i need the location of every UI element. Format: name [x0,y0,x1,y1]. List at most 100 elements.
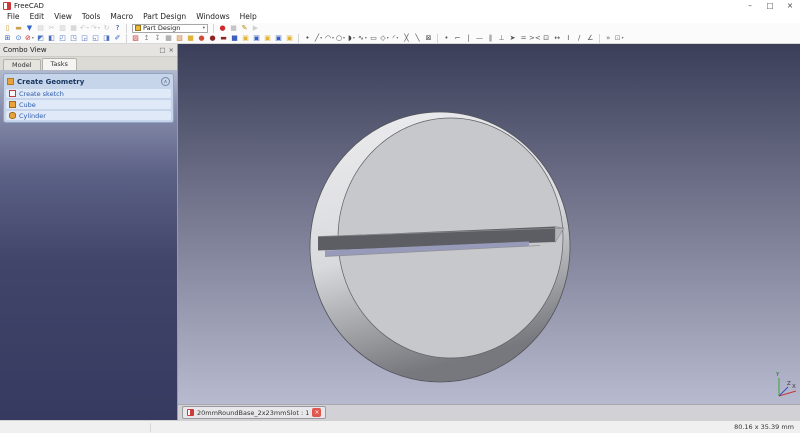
selection-filter-icon[interactable]: ⊡ [614,33,625,43]
collapse-group-icon[interactable]: ∧ [161,77,170,86]
view-left-icon[interactable]: ◨ [101,33,112,43]
constrain-equal-icon[interactable]: = [518,33,529,43]
menu-tools[interactable]: Tools [77,11,105,23]
hole-icon[interactable]: ▣ [240,33,251,43]
icon-glyph: ● [198,34,205,42]
macro-execute-icon[interactable]: ▶ [250,23,261,33]
view-sketch-icon[interactable]: ▦ [163,33,174,43]
revolution-icon[interactable]: ● [196,33,207,43]
undo-icon[interactable]: ↶ [79,23,90,33]
constrain-horizontal-icon[interactable]: — [474,33,485,43]
constrain-perpendicular-icon[interactable]: ⊥ [496,33,507,43]
save-icon[interactable]: ▼ [24,23,35,33]
open-file-icon[interactable]: ▬ [13,23,24,33]
icon-glyph: ╳ [404,34,409,42]
view-rear-icon[interactable]: ◲ [79,33,90,43]
pad-icon[interactable]: ■ [185,33,196,43]
view-isometric-icon[interactable]: ◩ [35,33,46,43]
constrain-parallel-icon[interactable]: ∥ [485,33,496,43]
create-line-icon[interactable]: ╱ [313,33,324,43]
macro-edit-icon[interactable]: ✎ [239,23,250,33]
edit-sketch-icon[interactable]: ↥ [141,33,152,43]
constrain-angle-icon[interactable]: ∠ [585,33,596,43]
pocket-icon[interactable]: ■ [229,33,240,43]
map-sketch-icon[interactable]: ▧ [174,33,185,43]
create-rectangle-icon[interactable]: ▭ [368,33,379,43]
groove-icon[interactable]: ● [207,33,218,43]
view-right-icon[interactable]: ◳ [68,33,79,43]
multi-transform-icon[interactable]: ▣ [284,33,295,43]
model-slotted-disc[interactable] [309,111,571,383]
print-icon[interactable]: ▤ [35,23,46,33]
menu-help[interactable]: Help [235,11,262,23]
view-top-icon[interactable]: ◰ [57,33,68,43]
tab-model[interactable]: Model [3,59,41,70]
create-circle-icon[interactable]: ○ [335,33,346,43]
create-arc-icon[interactable]: ◠ [324,33,335,43]
create-point-icon[interactable]: • [302,33,313,43]
icon-glyph: » [606,34,611,42]
extend-edge-icon[interactable]: ╲ [412,33,423,43]
constrain-horizontal-distance-icon[interactable]: ↔ [552,33,563,43]
view-front-icon[interactable]: ◧ [46,33,57,43]
x-axis-label: X [792,384,796,390]
constrain-symmetric-icon[interactable]: >< [529,33,541,43]
constrain-point-on-object-icon[interactable]: ⌐ [452,33,463,43]
close-panel-icon[interactable]: × [169,46,174,54]
menu-part-design[interactable]: Part Design [138,11,191,23]
measure-icon[interactable]: ✐ [112,33,123,43]
view-bottom-icon[interactable]: ◱ [90,33,101,43]
macro-record-icon[interactable]: ● [217,23,228,33]
close-tab-icon[interactable]: × [312,408,322,417]
create-bspline-icon[interactable]: ∿ [357,33,368,43]
new-file-icon[interactable]: ▯ [2,23,13,33]
task-item-cube[interactable]: Cube [6,100,171,109]
constrain-vertical-distance-icon[interactable]: I [563,33,574,43]
trim-edge-icon[interactable]: ╳ [401,33,412,43]
external-geometry-icon[interactable]: ⊠ [423,33,434,43]
icon-glyph: ▣ [286,34,293,42]
toolbar-overflow-icon[interactable]: » [603,33,614,43]
leave-sketch-icon[interactable]: ↧ [152,33,163,43]
loft-icon[interactable]: ▬ [218,33,229,43]
float-panel-icon[interactable]: □ [159,46,165,54]
create-polygon-icon[interactable]: ◇ [379,33,390,43]
refresh-icon[interactable]: ↻ [101,23,112,33]
minimize-button[interactable]: – [740,0,760,11]
constrain-lock-icon[interactable]: ⊡ [541,33,552,43]
maximize-button[interactable]: □ [760,0,780,11]
draw-style-icon[interactable]: ⊘ [24,33,35,43]
copy-icon[interactable]: ▥ [57,23,68,33]
create-conic-icon[interactable]: ◗ [346,33,357,43]
close-button[interactable]: × [780,0,800,11]
task-item-create-sketch[interactable]: Create sketch [6,89,171,98]
task-item-cylinder[interactable]: Cylinder [6,111,171,120]
cut-icon[interactable]: ✂ [46,23,57,33]
menu-windows[interactable]: Windows [191,11,234,23]
constrain-vertical-icon[interactable]: | [463,33,474,43]
menu-edit[interactable]: Edit [25,11,50,23]
icon-glyph: ↔ [554,34,561,42]
create-fillet-icon[interactable]: ◜ [390,33,401,43]
linear-pattern-icon[interactable]: ▣ [251,33,262,43]
tab-tasks[interactable]: Tasks [41,58,77,70]
menu-macro[interactable]: Macro [105,11,138,23]
menu-file[interactable]: File [2,11,25,23]
box-zoom-icon[interactable]: ⊙ [13,33,24,43]
icon-glyph: ➤ [509,34,516,42]
constrain-coincident-icon[interactable]: • [441,33,452,43]
constrain-tangent-icon[interactable]: ➤ [507,33,518,43]
fit-all-icon[interactable]: ⊞ [2,33,13,43]
whats-this-icon[interactable]: ? [112,23,123,33]
new-sketch-icon[interactable]: ▨ [130,33,141,43]
macro-stop-icon[interactable]: ■ [228,23,239,33]
paste-icon[interactable]: ▦ [68,23,79,33]
mirrored-icon[interactable]: ▣ [273,33,284,43]
3d-viewport[interactable]: Y X Z [178,44,800,404]
redo-icon[interactable]: ↷ [90,23,101,33]
polar-pattern-icon[interactable]: ▣ [262,33,273,43]
document-tab[interactable]: 20mmRoundBase_2x23mmSlot : 1 × [182,406,327,419]
menu-view[interactable]: View [49,11,77,23]
constrain-distance-icon[interactable]: ∕ [574,33,585,43]
workbench-selector[interactable]: Part Design ▾ [132,23,208,33]
